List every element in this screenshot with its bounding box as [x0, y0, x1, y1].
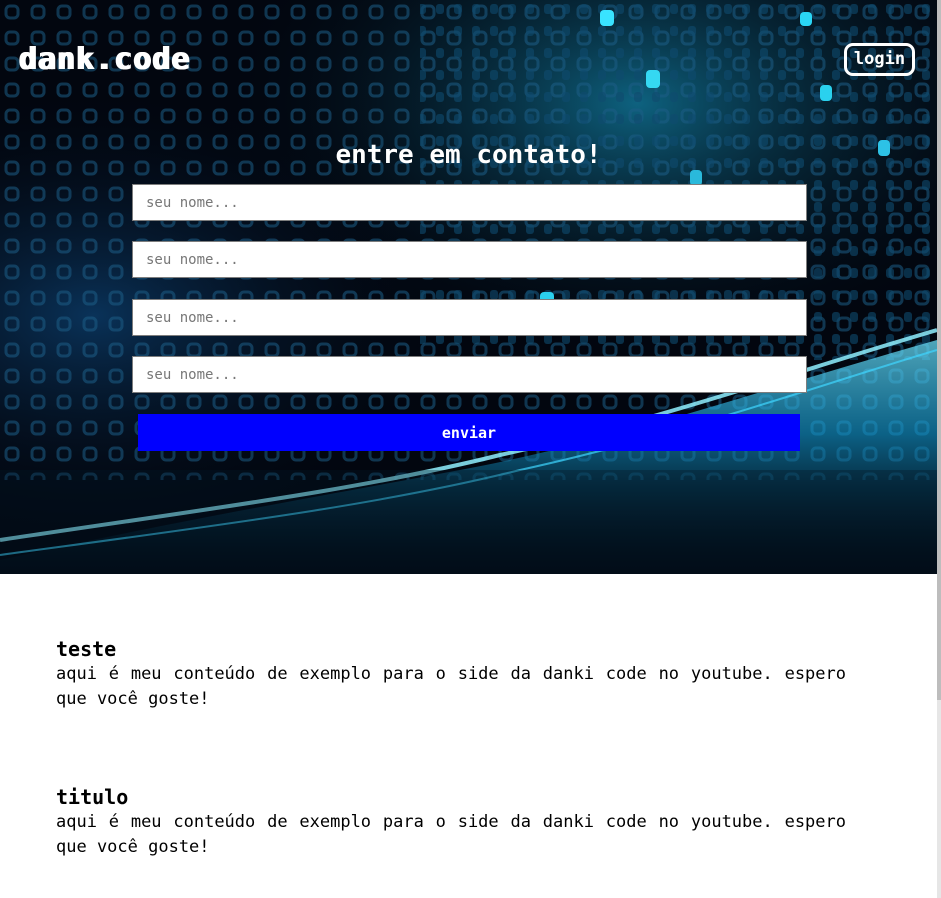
- hero-background-image: [0, 0, 937, 574]
- article-title: teste: [56, 637, 117, 661]
- name-field-2[interactable]: [132, 241, 807, 278]
- site-logo[interactable]: dank.code: [18, 42, 190, 77]
- article-item: teste aqui é meu conteúdo de exemplo par…: [56, 636, 846, 712]
- article-item: titulo aqui é meu conteúdo de exemplo pa…: [56, 784, 846, 860]
- article-title: titulo: [56, 785, 129, 809]
- article-body: aqui é meu conteúdo de exemplo para o si…: [56, 664, 846, 709]
- name-field-4[interactable]: [132, 356, 807, 393]
- contact-form-title: entre em contato!: [335, 140, 602, 170]
- article-body: aqui é meu conteúdo de exemplo para o si…: [56, 812, 846, 857]
- name-field-3[interactable]: [132, 299, 807, 336]
- name-field-1[interactable]: [132, 184, 807, 221]
- scrollbar-thumb[interactable]: [937, 0, 941, 700]
- submit-button[interactable]: enviar: [138, 414, 800, 451]
- login-button[interactable]: login: [844, 43, 915, 76]
- hero-section: dank.code login entre em contato! enviar: [0, 0, 937, 574]
- page-scrollbar[interactable]: [937, 0, 941, 898]
